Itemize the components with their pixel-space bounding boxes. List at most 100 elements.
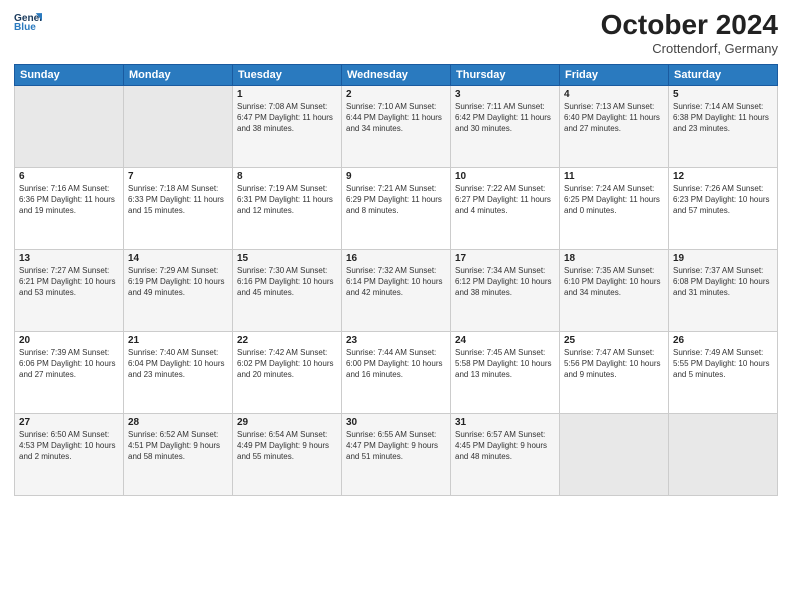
day-info: Sunrise: 7:26 AM Sunset: 6:23 PM Dayligh… [673, 183, 773, 217]
day-number: 3 [455, 89, 555, 100]
calendar-week-row: 20Sunrise: 7:39 AM Sunset: 6:06 PM Dayli… [15, 331, 778, 413]
day-number: 15 [237, 253, 337, 264]
day-number: 2 [346, 89, 446, 100]
calendar-cell: 25Sunrise: 7:47 AM Sunset: 5:56 PM Dayli… [560, 331, 669, 413]
day-info: Sunrise: 7:24 AM Sunset: 6:25 PM Dayligh… [564, 183, 664, 217]
calendar-cell: 10Sunrise: 7:22 AM Sunset: 6:27 PM Dayli… [451, 167, 560, 249]
day-info: Sunrise: 6:54 AM Sunset: 4:49 PM Dayligh… [237, 429, 337, 463]
day-info: Sunrise: 7:16 AM Sunset: 6:36 PM Dayligh… [19, 183, 119, 217]
calendar-cell: 13Sunrise: 7:27 AM Sunset: 6:21 PM Dayli… [15, 249, 124, 331]
day-info: Sunrise: 7:32 AM Sunset: 6:14 PM Dayligh… [346, 265, 446, 299]
day-info: Sunrise: 7:34 AM Sunset: 6:12 PM Dayligh… [455, 265, 555, 299]
calendar-cell: 20Sunrise: 7:39 AM Sunset: 6:06 PM Dayli… [15, 331, 124, 413]
calendar-cell [669, 413, 778, 495]
calendar-week-row: 6Sunrise: 7:16 AM Sunset: 6:36 PM Daylig… [15, 167, 778, 249]
calendar-cell: 16Sunrise: 7:32 AM Sunset: 6:14 PM Dayli… [342, 249, 451, 331]
day-info: Sunrise: 7:21 AM Sunset: 6:29 PM Dayligh… [346, 183, 446, 217]
calendar-cell: 7Sunrise: 7:18 AM Sunset: 6:33 PM Daylig… [124, 167, 233, 249]
day-info: Sunrise: 7:39 AM Sunset: 6:06 PM Dayligh… [19, 347, 119, 381]
calendar-cell: 21Sunrise: 7:40 AM Sunset: 6:04 PM Dayli… [124, 331, 233, 413]
weekday-header: Sunday [15, 64, 124, 85]
day-info: Sunrise: 7:14 AM Sunset: 6:38 PM Dayligh… [673, 101, 773, 135]
calendar-table: SundayMondayTuesdayWednesdayThursdayFrid… [14, 64, 778, 496]
day-number: 23 [346, 335, 446, 346]
day-info: Sunrise: 7:37 AM Sunset: 6:08 PM Dayligh… [673, 265, 773, 299]
calendar-cell: 8Sunrise: 7:19 AM Sunset: 6:31 PM Daylig… [233, 167, 342, 249]
day-info: Sunrise: 7:27 AM Sunset: 6:21 PM Dayligh… [19, 265, 119, 299]
day-number: 19 [673, 253, 773, 264]
calendar-cell: 26Sunrise: 7:49 AM Sunset: 5:55 PM Dayli… [669, 331, 778, 413]
day-info: Sunrise: 6:50 AM Sunset: 4:53 PM Dayligh… [19, 429, 119, 463]
logo-icon: General Blue [14, 10, 42, 38]
day-number: 5 [673, 89, 773, 100]
location: Crottendorf, Germany [601, 41, 778, 56]
day-number: 16 [346, 253, 446, 264]
day-number: 29 [237, 417, 337, 428]
day-number: 6 [19, 171, 119, 182]
day-info: Sunrise: 6:55 AM Sunset: 4:47 PM Dayligh… [346, 429, 446, 463]
svg-text:Blue: Blue [14, 22, 36, 33]
day-number: 8 [237, 171, 337, 182]
day-number: 26 [673, 335, 773, 346]
calendar-cell [124, 85, 233, 167]
calendar-cell [15, 85, 124, 167]
day-info: Sunrise: 7:19 AM Sunset: 6:31 PM Dayligh… [237, 183, 337, 217]
calendar-cell: 19Sunrise: 7:37 AM Sunset: 6:08 PM Dayli… [669, 249, 778, 331]
day-number: 31 [455, 417, 555, 428]
day-info: Sunrise: 7:10 AM Sunset: 6:44 PM Dayligh… [346, 101, 446, 135]
calendar-cell: 6Sunrise: 7:16 AM Sunset: 6:36 PM Daylig… [15, 167, 124, 249]
weekday-header: Friday [560, 64, 669, 85]
day-info: Sunrise: 7:13 AM Sunset: 6:40 PM Dayligh… [564, 101, 664, 135]
calendar-cell: 15Sunrise: 7:30 AM Sunset: 6:16 PM Dayli… [233, 249, 342, 331]
day-number: 9 [346, 171, 446, 182]
weekday-header: Saturday [669, 64, 778, 85]
calendar-header-row: SundayMondayTuesdayWednesdayThursdayFrid… [15, 64, 778, 85]
calendar-week-row: 1Sunrise: 7:08 AM Sunset: 6:47 PM Daylig… [15, 85, 778, 167]
weekday-header: Tuesday [233, 64, 342, 85]
day-number: 20 [19, 335, 119, 346]
calendar-cell: 9Sunrise: 7:21 AM Sunset: 6:29 PM Daylig… [342, 167, 451, 249]
day-info: Sunrise: 7:47 AM Sunset: 5:56 PM Dayligh… [564, 347, 664, 381]
day-info: Sunrise: 7:18 AM Sunset: 6:33 PM Dayligh… [128, 183, 228, 217]
day-info: Sunrise: 7:29 AM Sunset: 6:19 PM Dayligh… [128, 265, 228, 299]
day-info: Sunrise: 6:52 AM Sunset: 4:51 PM Dayligh… [128, 429, 228, 463]
day-number: 21 [128, 335, 228, 346]
day-info: Sunrise: 7:22 AM Sunset: 6:27 PM Dayligh… [455, 183, 555, 217]
day-number: 4 [564, 89, 664, 100]
calendar-cell: 1Sunrise: 7:08 AM Sunset: 6:47 PM Daylig… [233, 85, 342, 167]
month-title: October 2024 [601, 10, 778, 41]
calendar-cell: 3Sunrise: 7:11 AM Sunset: 6:42 PM Daylig… [451, 85, 560, 167]
calendar-cell: 24Sunrise: 7:45 AM Sunset: 5:58 PM Dayli… [451, 331, 560, 413]
day-info: Sunrise: 7:49 AM Sunset: 5:55 PM Dayligh… [673, 347, 773, 381]
day-info: Sunrise: 7:30 AM Sunset: 6:16 PM Dayligh… [237, 265, 337, 299]
calendar-cell: 11Sunrise: 7:24 AM Sunset: 6:25 PM Dayli… [560, 167, 669, 249]
title-block: October 2024 Crottendorf, Germany [601, 10, 778, 56]
calendar-cell: 12Sunrise: 7:26 AM Sunset: 6:23 PM Dayli… [669, 167, 778, 249]
day-number: 27 [19, 417, 119, 428]
calendar-cell: 5Sunrise: 7:14 AM Sunset: 6:38 PM Daylig… [669, 85, 778, 167]
calendar-cell [560, 413, 669, 495]
day-number: 7 [128, 171, 228, 182]
calendar-cell: 28Sunrise: 6:52 AM Sunset: 4:51 PM Dayli… [124, 413, 233, 495]
day-number: 30 [346, 417, 446, 428]
calendar-cell: 30Sunrise: 6:55 AM Sunset: 4:47 PM Dayli… [342, 413, 451, 495]
calendar-cell: 17Sunrise: 7:34 AM Sunset: 6:12 PM Dayli… [451, 249, 560, 331]
calendar-week-row: 13Sunrise: 7:27 AM Sunset: 6:21 PM Dayli… [15, 249, 778, 331]
day-number: 11 [564, 171, 664, 182]
day-info: Sunrise: 7:42 AM Sunset: 6:02 PM Dayligh… [237, 347, 337, 381]
day-number: 18 [564, 253, 664, 264]
day-number: 1 [237, 89, 337, 100]
calendar-cell: 22Sunrise: 7:42 AM Sunset: 6:02 PM Dayli… [233, 331, 342, 413]
day-info: Sunrise: 7:40 AM Sunset: 6:04 PM Dayligh… [128, 347, 228, 381]
calendar-body: 1Sunrise: 7:08 AM Sunset: 6:47 PM Daylig… [15, 85, 778, 495]
calendar-cell: 4Sunrise: 7:13 AM Sunset: 6:40 PM Daylig… [560, 85, 669, 167]
day-info: Sunrise: 6:57 AM Sunset: 4:45 PM Dayligh… [455, 429, 555, 463]
logo: General Blue [14, 10, 42, 38]
day-info: Sunrise: 7:45 AM Sunset: 5:58 PM Dayligh… [455, 347, 555, 381]
calendar-cell: 23Sunrise: 7:44 AM Sunset: 6:00 PM Dayli… [342, 331, 451, 413]
day-number: 17 [455, 253, 555, 264]
weekday-header: Wednesday [342, 64, 451, 85]
weekday-header: Thursday [451, 64, 560, 85]
weekday-header: Monday [124, 64, 233, 85]
day-info: Sunrise: 7:08 AM Sunset: 6:47 PM Dayligh… [237, 101, 337, 135]
